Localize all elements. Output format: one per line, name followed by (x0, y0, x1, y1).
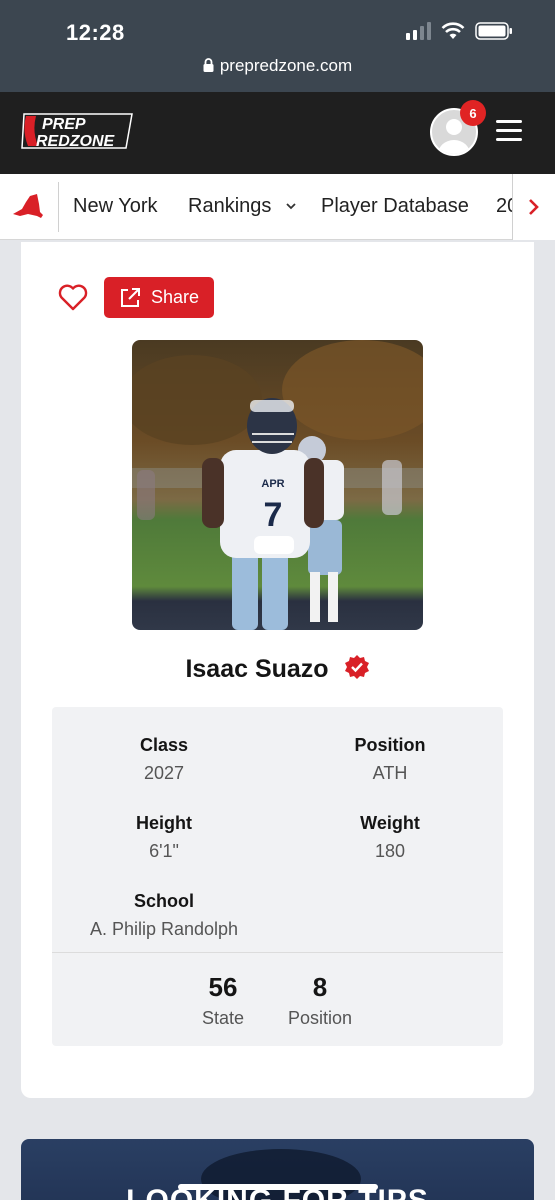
weight-label: Weight (360, 813, 420, 833)
promo-banner[interactable]: LOOKING FOR TIPS (21, 1139, 534, 1200)
class-label: Class (139, 735, 189, 755)
position-rank-label: Position (287, 1008, 353, 1028)
state-rank-number[interactable]: 56 (168, 972, 278, 1003)
height-label: Height (136, 813, 192, 833)
nav-scroll-right-button[interactable] (512, 174, 555, 240)
status-icons (406, 22, 513, 40)
player-name-text: Isaac Suazo (185, 655, 329, 683)
position-rank-number[interactable]: 8 (265, 972, 375, 1003)
nav-item-rankings-label: Rankings (188, 195, 272, 217)
stats-divider (52, 952, 503, 953)
player-name: Isaac Suazo (0, 654, 555, 684)
nav-item-new-york[interactable]: New York (73, 195, 158, 218)
class-value: 2027 (143, 763, 185, 783)
position-label: Position (354, 735, 426, 755)
nav-item-player-database[interactable]: Player Database (321, 195, 469, 218)
weight-value: 180 (374, 841, 406, 861)
svg-text:PREP: PREP (42, 116, 86, 133)
sub-navigation: New York Rankings Player Database 20 (0, 174, 555, 240)
player-photo: APR 7 (132, 340, 423, 630)
new-york-state-icon[interactable] (10, 192, 46, 222)
svg-text:7: 7 (264, 496, 283, 534)
external-share-icon (120, 287, 140, 307)
position-value: ATH (372, 763, 408, 783)
nav-divider (58, 182, 59, 232)
hamburger-menu-button[interactable] (496, 120, 522, 142)
url-bar[interactable]: prepredzone.com (0, 56, 555, 76)
svg-text:APR: APR (261, 478, 284, 490)
url-text: prepredzone.com (219, 56, 353, 75)
wifi-icon (441, 22, 465, 39)
prep-redzone-logo[interactable]: PREP REDZONE (20, 110, 138, 152)
share-button[interactable]: Share (104, 277, 214, 318)
verified-badge-icon (344, 655, 369, 679)
chevron-right-icon (529, 199, 539, 215)
share-button-label: Share (150, 287, 200, 307)
school-label: School (133, 891, 194, 911)
battery-icon (475, 22, 512, 40)
favorite-heart-icon[interactable] (58, 283, 88, 311)
status-time: 12:28 (66, 20, 125, 45)
svg-text:REDZONE: REDZONE (36, 133, 116, 150)
notification-badge[interactable]: 6 (460, 100, 486, 126)
signal-icon (406, 22, 431, 40)
nav-item-rankings[interactable]: Rankings (188, 195, 297, 218)
height-value: 6'1" (149, 841, 179, 861)
school-value[interactable]: A. Philip Randolph (64, 919, 264, 940)
lock-icon (203, 58, 214, 72)
browser-status-bar: 12:28 prepredzone.com (0, 0, 555, 92)
chevron-down-icon (286, 203, 296, 210)
home-indicator (178, 1184, 378, 1190)
state-rank-label: State (201, 1008, 245, 1028)
